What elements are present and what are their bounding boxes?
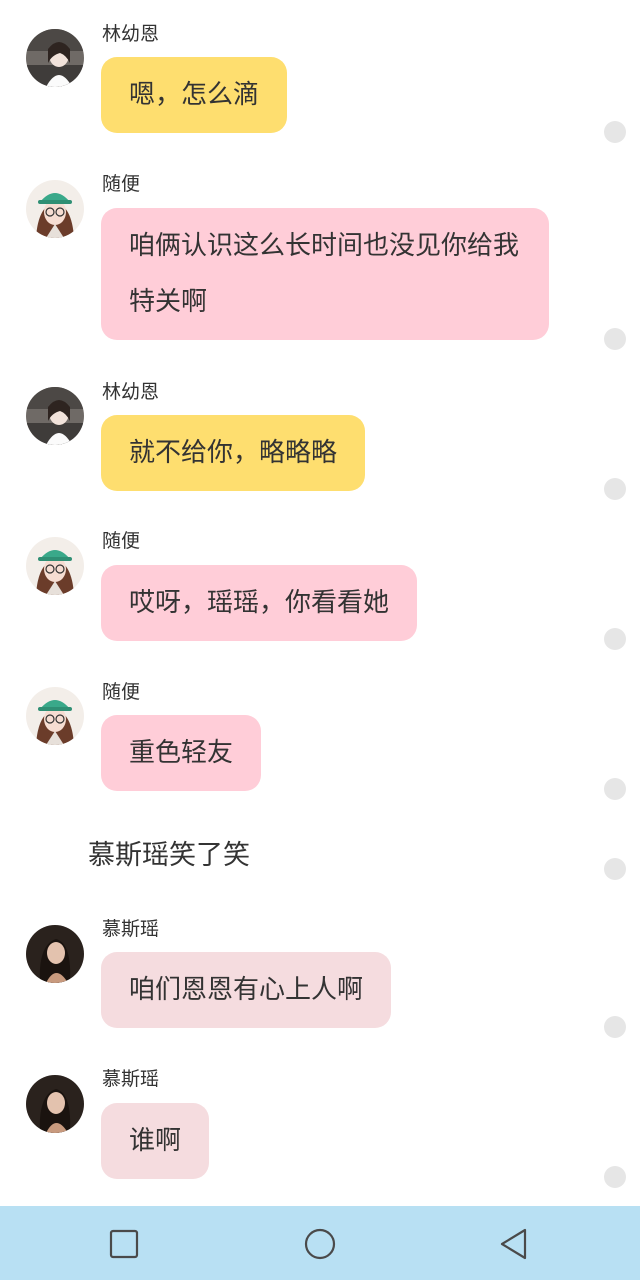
sender-name: 随便 [102,173,141,195]
avatar-suibian[interactable] [26,687,84,745]
avatar-musiyao[interactable] [26,1075,84,1133]
sender-name: 随便 [102,530,141,552]
recents-square-icon[interactable] [104,1224,144,1264]
avatar-linyouen[interactable] [26,387,84,445]
message-status-dot [604,1016,626,1038]
message-bubble[interactable]: 咱们恩恩有心上人啊 [101,952,392,1028]
back-triangle-icon[interactable] [494,1224,534,1264]
home-circle-icon[interactable] [300,1224,340,1264]
message-bubble[interactable]: 谁啊 [101,1103,210,1179]
sender-name: 慕斯瑶 [102,918,160,940]
message-status-dot [604,478,626,500]
message-status-dot [604,778,626,800]
chat-screen: 林幼恩 嗯，怎么滴 随便 咱俩认识这么长时间也没见你给我特关啊 林幼恩 就不给你… [0,0,640,1280]
avatar-musiyao[interactable] [26,925,84,983]
message-bubble[interactable]: 咱俩认识这么长时间也没见你给我特关啊 [101,208,549,340]
avatar-suibian[interactable] [26,537,84,595]
message-status-dot [604,121,626,143]
sender-name: 林幼恩 [102,23,160,45]
message-bubble[interactable]: 重色轻友 [101,715,262,791]
sender-name: 随便 [102,681,141,703]
sender-name: 慕斯瑶 [102,1068,160,1090]
message-bubble[interactable]: 嗯，怎么滴 [101,57,288,133]
narration-status-dot [604,858,626,880]
message-status-dot [604,628,626,650]
narration-text: 慕斯瑶笑了笑 [88,840,250,871]
sender-name: 林幼恩 [102,381,160,403]
navigation-bar [0,1206,640,1280]
message-bubble[interactable]: 哎呀，瑶瑶，你看看她 [101,565,418,641]
message-status-dot [604,328,626,350]
avatar-suibian[interactable] [26,180,84,238]
message-status-dot [604,1166,626,1188]
message-bubble[interactable]: 就不给你，略略略 [101,415,366,491]
avatar-linyouen[interactable] [26,29,84,87]
